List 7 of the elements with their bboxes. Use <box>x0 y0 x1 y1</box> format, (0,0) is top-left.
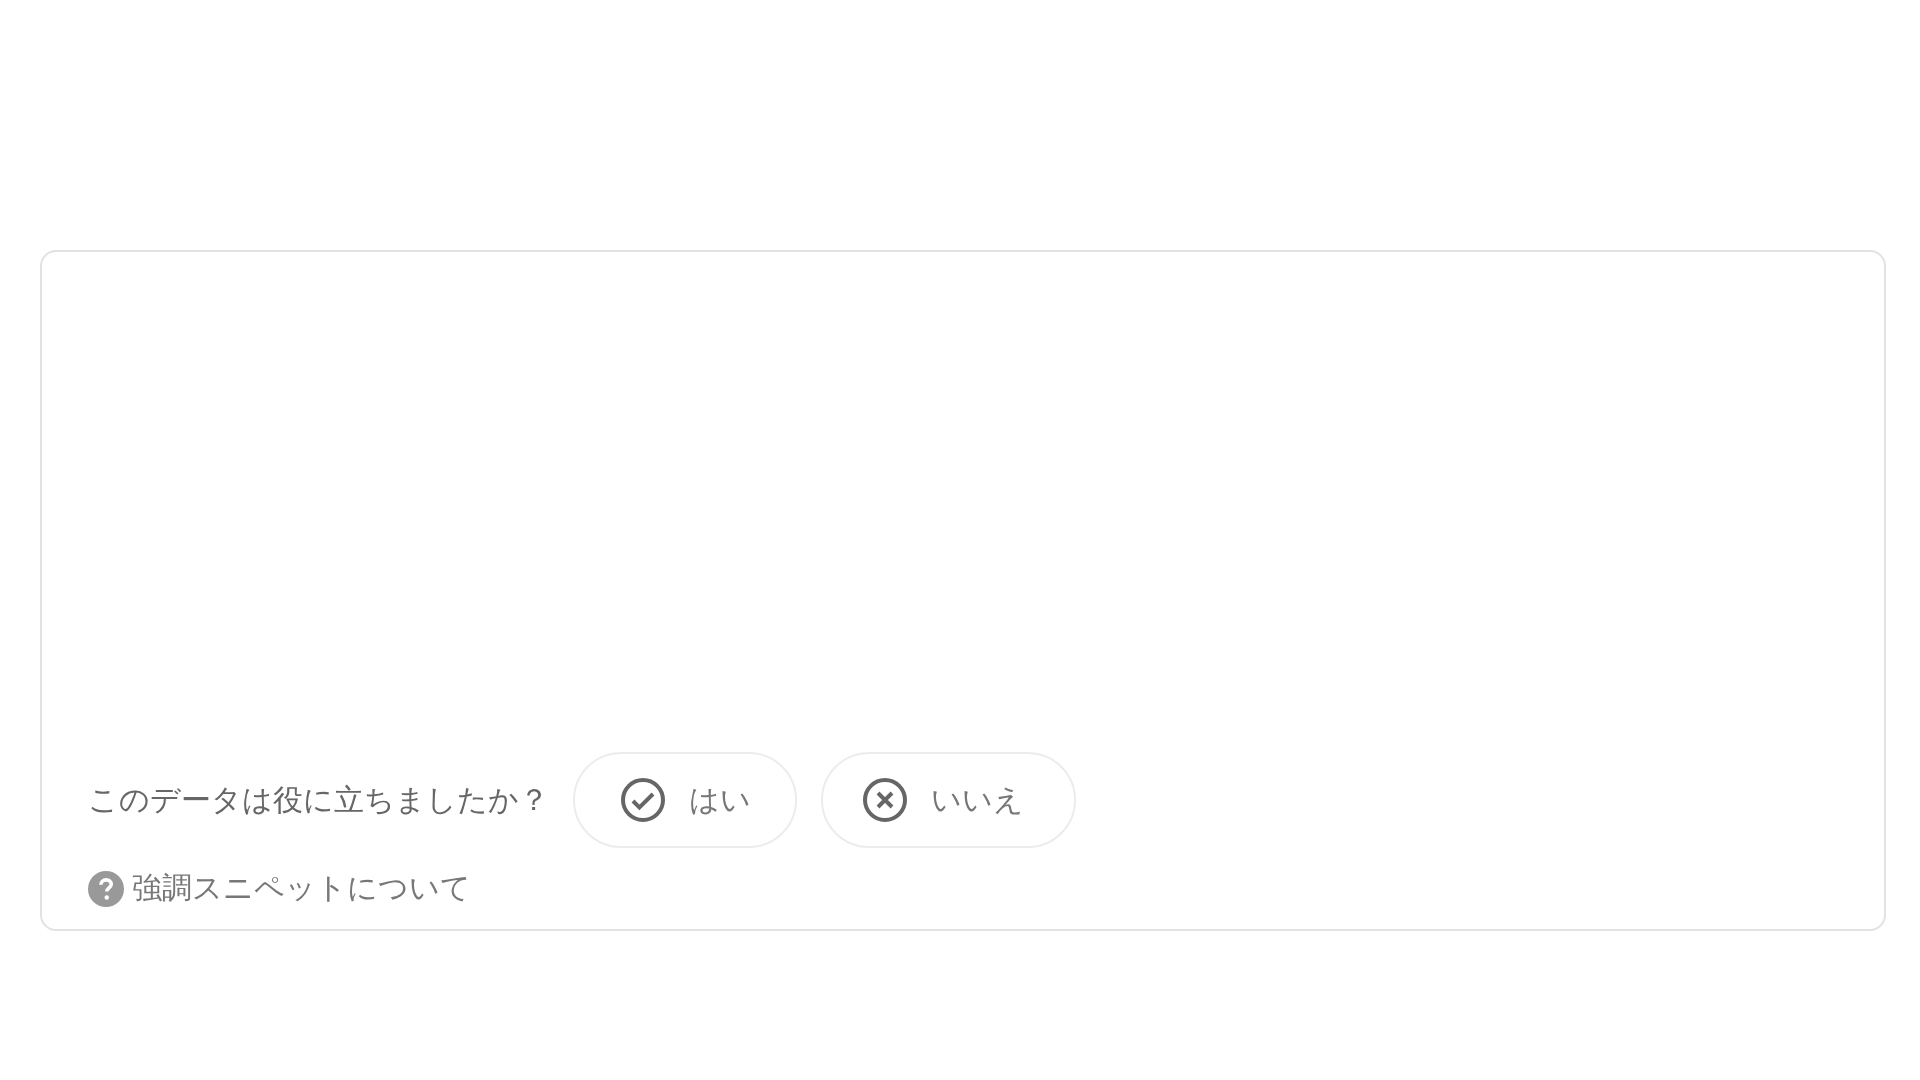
feedback-question: このデータは役に立ちましたか？ <box>88 780 549 819</box>
no-button[interactable]: いいえ <box>821 752 1076 848</box>
cross-circle-icon <box>861 776 909 824</box>
check-circle-icon <box>619 776 667 824</box>
help-icon <box>88 870 124 907</box>
about-link[interactable]: 強調スニペットについて <box>132 868 471 909</box>
yes-button[interactable]: はい <box>573 752 797 848</box>
